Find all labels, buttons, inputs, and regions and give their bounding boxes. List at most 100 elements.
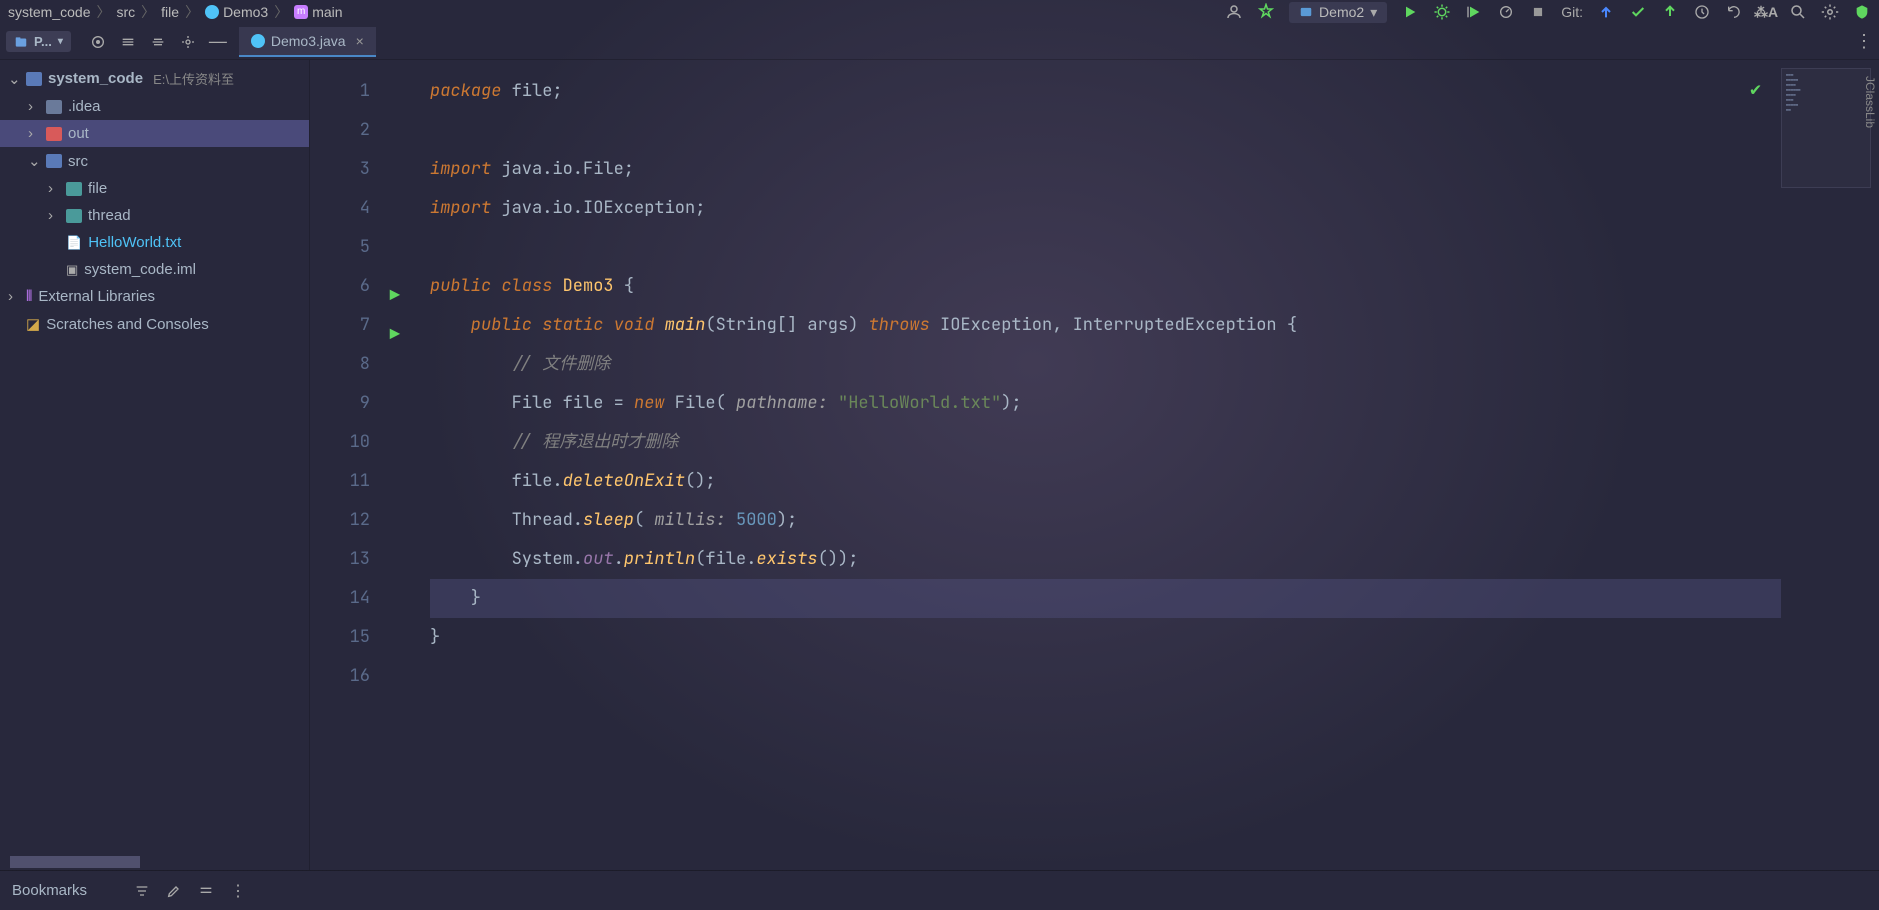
bookmarks-expand-icon[interactable] [197,882,215,900]
chevron-down-icon: ▾ [1370,4,1377,21]
line-number[interactable]: 4 [310,189,370,228]
run-config-selector[interactable]: Demo2 ▾ [1289,2,1387,23]
tree-root[interactable]: ⌄ system_code E:\上传资料至 [0,64,309,93]
method-icon: m [294,5,308,19]
select-opened-file-icon[interactable] [89,33,107,51]
folder-icon [46,100,62,114]
shield-icon[interactable] [1853,3,1871,21]
line-number[interactable]: 9 [310,384,370,423]
gutter: 1 2 3 4 5 6▶ 7▶ 8 9 10 11 12 13 14 15 16 [310,60,380,870]
inspection-ok-icon[interactable]: ✔ [1750,70,1761,109]
tree-item-label: .idea [68,98,101,115]
chevron-right-icon: 〉 [185,2,199,22]
chevron-down-icon: ▾ [58,36,63,47]
line-number[interactable]: 1 [310,72,370,111]
tool-settings-icon[interactable] [179,33,197,51]
editor-more-icon[interactable]: ⋮ [1855,31,1873,52]
bookmarks-filter-icon[interactable] [133,882,151,900]
run-coverage-button[interactable] [1465,3,1483,21]
line-number[interactable]: 13 [310,540,370,579]
bookmarks-edit-icon[interactable] [165,882,183,900]
chevron-down-icon: ⌄ [8,70,20,88]
tree-item-label: file [88,180,107,197]
tree-item-label: External Libraries [38,288,155,305]
crumb-src[interactable]: src [116,4,135,20]
bookmarks-more-icon[interactable]: ⋮ [229,882,247,900]
line-number[interactable]: 11 [310,462,370,501]
tree-scratches[interactable]: ◪ Scratches and Consoles [0,310,309,338]
build-icon[interactable] [1257,3,1275,21]
bottom-toolbar: Bookmarks ⋮ [0,870,1879,910]
chevron-right-icon: 〉 [96,2,110,22]
tree-src[interactable]: ⌄ src [0,147,309,175]
line-number[interactable]: 12 [310,501,370,540]
tree-iml[interactable]: ▣ system_code.iml [0,256,309,283]
tree-item-label: system_code.iml [84,261,196,278]
line-number[interactable]: 14 [310,579,370,618]
package-icon [66,209,82,223]
tree-ext-libs[interactable]: › ⫴ External Libraries [0,283,309,310]
chevron-right-icon: 〉 [274,2,288,22]
git-rollback-icon[interactable] [1725,3,1743,21]
tree-thread-pkg[interactable]: › thread [0,202,309,229]
tree-item-label: HelloWorld.txt [88,234,181,251]
profile-button[interactable] [1497,3,1515,21]
breadcrumb[interactable]: system_code 〉 src 〉 file 〉 Demo3 〉 mmain [8,2,343,22]
minimap[interactable]: ▬▬▬▬▬▬▬▬▬▬▬▬▬▬▬▬▬▬▬▬▬▬▬▬▬▬▬▬▬▬▬▬ [1781,68,1871,188]
line-number[interactable]: 8 [310,345,370,384]
tree-file-pkg[interactable]: › file [0,175,309,202]
iml-file-icon: ▣ [66,262,78,278]
git-push-icon[interactable] [1661,3,1679,21]
hide-tool-icon[interactable]: — [209,33,227,51]
tree-hello-txt[interactable]: 📄 HelloWorld.txt [0,229,309,256]
chevron-right-icon: › [28,125,40,142]
jclasslib-tool-tab[interactable]: JClassLib [1861,70,1879,134]
crumb-file[interactable]: file [161,4,179,20]
tree-item-label: Scratches and Consoles [46,316,209,333]
git-pull-icon[interactable] [1597,3,1615,21]
tree-root-label: system_code [48,70,143,87]
git-history-icon[interactable] [1693,3,1711,21]
line-number[interactable]: 2 [310,111,370,150]
line-number[interactable]: 10 [310,423,370,462]
crumb-method[interactable]: mmain [294,4,342,20]
search-icon[interactable] [1789,3,1807,21]
scratch-icon: ◪ [26,315,40,333]
folder-icon [46,154,62,168]
line-number[interactable]: 15 [310,618,370,657]
debug-button[interactable] [1433,3,1451,21]
chevron-right-icon: › [28,98,40,115]
user-icon[interactable] [1225,3,1243,21]
git-commit-icon[interactable] [1629,3,1647,21]
editor-tab-demo3[interactable]: Demo3.java × [239,27,376,57]
code-editor[interactable]: 1 2 3 4 5 6▶ 7▶ 8 9 10 11 12 13 14 15 16… [310,60,1879,870]
collapse-all-icon[interactable] [149,33,167,51]
crumb-class[interactable]: Demo3 [205,4,268,20]
run-config-label: Demo2 [1319,4,1364,20]
chevron-right-icon: › [8,288,20,305]
line-number[interactable]: 6▶ [310,267,370,306]
tree-idea[interactable]: › .idea [0,93,309,120]
settings-icon[interactable] [1821,3,1839,21]
crumb-project[interactable]: system_code [8,4,90,20]
package-icon [66,182,82,196]
close-tab-icon[interactable]: × [356,33,364,49]
horizontal-scrollbar[interactable] [10,856,140,868]
project-view-button[interactable]: P... ▾ [6,31,71,52]
line-number[interactable]: 7▶ [310,306,370,345]
chevron-right-icon: 〉 [141,2,155,22]
line-number[interactable]: 16 [310,657,370,696]
folder-icon [26,72,42,86]
expand-all-icon[interactable] [119,33,137,51]
line-number[interactable]: 5 [310,228,370,267]
line-number[interactable]: 3 [310,150,370,189]
run-button[interactable] [1401,3,1419,21]
bookmarks-tool-button[interactable]: Bookmarks [12,882,87,899]
chevron-down-icon: ⌄ [28,152,40,170]
tree-out[interactable]: › out [0,120,309,147]
java-class-icon [251,34,265,48]
stop-button[interactable] [1529,3,1547,21]
text-file-icon: 📄 [66,235,82,251]
translate-icon[interactable]: ⁂A [1757,3,1775,21]
code-area[interactable]: ✔ package file; import java.io.File; imp… [380,60,1781,870]
